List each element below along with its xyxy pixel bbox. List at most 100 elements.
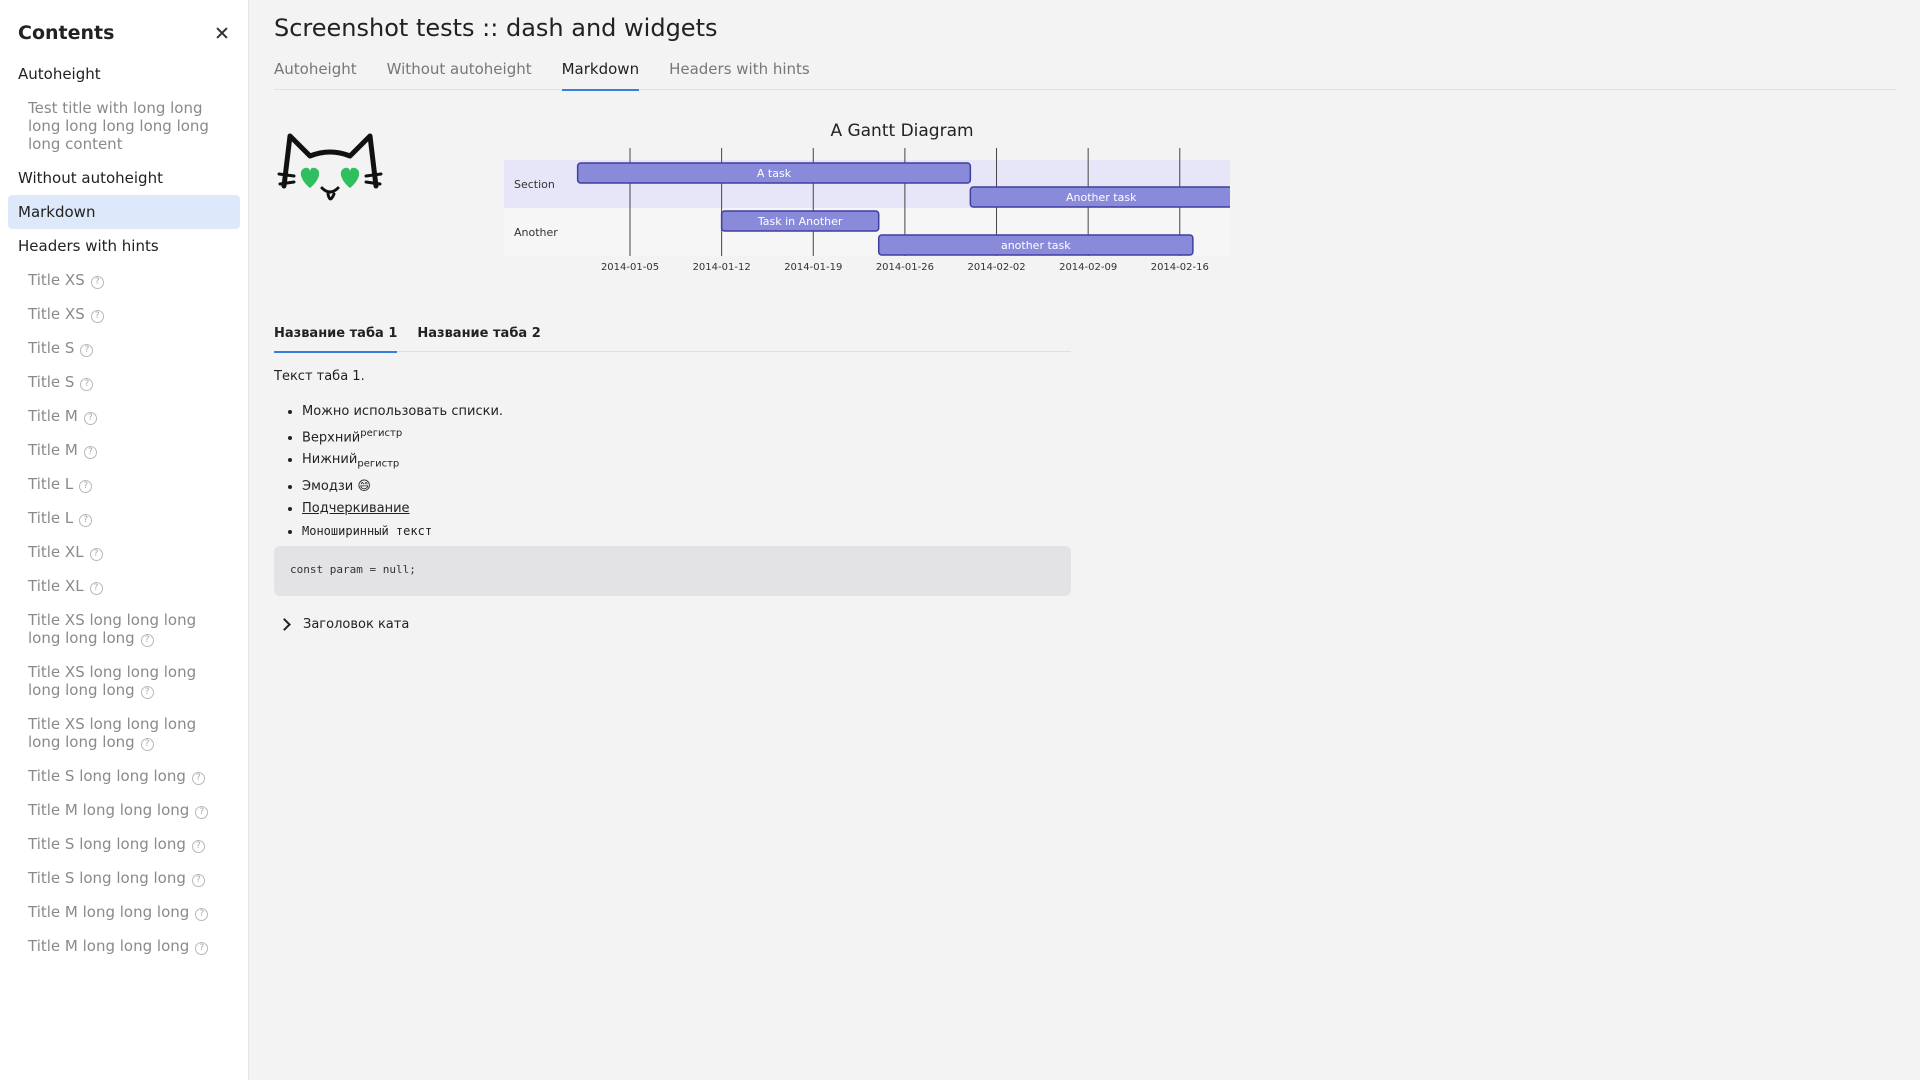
sidebar-item[interactable]: Title M long long long? [8, 929, 240, 963]
sidebar-item-label: Title XS [28, 305, 85, 323]
sidebar-item[interactable]: Title M? [8, 433, 240, 467]
page-title: Screenshot tests :: dash and widgets [274, 14, 718, 42]
sidebar-item-label: Headers with hints [18, 237, 159, 255]
markdown-list: Можно использовать списки. Верхнийрегист… [274, 401, 1071, 543]
sidebar-item[interactable]: Title S long long long? [8, 861, 240, 895]
help-icon[interactable]: ? [195, 806, 209, 819]
close-icon[interactable] [212, 22, 234, 44]
dash-tabs: Autoheight Without autoheight Markdown Head… [274, 56, 1896, 91]
list-item: Подчеркивание [302, 498, 1071, 520]
gantt-tick-label: 2014-02-16 [1151, 262, 1209, 273]
sidebar-item-label: Title XL [28, 577, 84, 595]
help-icon[interactable]: ? [140, 686, 154, 699]
help-icon[interactable]: ? [80, 344, 94, 357]
sidebar-item[interactable]: Title S long long long? [8, 759, 240, 793]
tab-headers-with-hints[interactable]: Headers with hints [669, 56, 810, 90]
list-item: Эмодзи 😄 [302, 476, 1071, 498]
sidebar-item[interactable]: Title XS long long long long long long? [8, 603, 240, 655]
list-item-text: Верхний [302, 430, 361, 446]
help-icon[interactable]: ? [191, 772, 205, 785]
sidebar-item-label: Title XL [28, 543, 84, 561]
help-icon[interactable]: ? [79, 514, 93, 527]
sidebar-item-label: Title S long long long [28, 767, 186, 785]
underlined-text: Подчеркивание [302, 500, 410, 516]
sidebar-item-label: Title L [28, 509, 74, 527]
help-icon[interactable]: ? [90, 276, 104, 289]
sidebar-item[interactable]: Title L? [8, 501, 240, 535]
help-icon[interactable]: ? [140, 634, 154, 647]
sidebar-item[interactable]: Title M long long long? [8, 895, 240, 929]
list-item-text: Можно использовать списки. [302, 404, 504, 419]
help-icon[interactable]: ? [191, 874, 205, 887]
list-item: Нижнийрегистр [302, 449, 1071, 476]
gantt-tick-label: 2014-02-02 [967, 262, 1025, 273]
markdown-body: Текст таба 1. Можно использовать списки.… [274, 368, 1071, 543]
list-item-text: Эмодзи 😄 [302, 478, 371, 494]
sidebar-item[interactable]: Without autoheight [8, 161, 240, 195]
list-item: Моноширинный текст [302, 520, 1071, 543]
list-item: Можно использовать списки. [302, 401, 1071, 423]
sidebar-item[interactable]: Markdown [8, 195, 240, 229]
sidebar-item[interactable]: Title M long long long? [8, 793, 240, 827]
gantt-task-label: Another task [1066, 191, 1137, 204]
list-item: Верхнийрегистр [302, 423, 1071, 449]
help-icon[interactable]: ? [79, 480, 93, 493]
markdown-tab[interactable]: Название таба 1 [274, 322, 398, 353]
gantt-title: A Gantt Diagram [830, 121, 973, 141]
monospace-text: Моноширинный текст [302, 523, 433, 538]
help-icon[interactable]: ? [89, 582, 103, 595]
sidebar-item-label: Title M long long long [28, 937, 190, 955]
help-icon[interactable]: ? [80, 378, 94, 391]
gantt-task-label: Task in Another [757, 215, 843, 228]
sidebar-item-label: Title M [28, 407, 78, 425]
sidebar-item-label: Test title with long long long long long… [28, 99, 209, 153]
markdown-tab[interactable]: Название таба 2 [417, 322, 540, 352]
list-item-text: Нижний [302, 452, 358, 468]
gantt-tick-label: 2014-01-05 [601, 262, 659, 273]
sidebar-item[interactable]: Title S long long long? [8, 827, 240, 861]
sidebar-item-label: Autoheight [18, 65, 101, 83]
tab-text: Текст таба 1. [274, 369, 365, 384]
sidebar-item-label: Title S long long long [28, 835, 186, 853]
tab-markdown[interactable]: Markdown [561, 56, 640, 91]
sidebar-item[interactable]: Title XL? [8, 535, 240, 569]
help-icon[interactable]: ? [83, 412, 97, 425]
tab-autoheight[interactable]: Autoheight [274, 56, 357, 90]
sidebar-item-label: Without autoheight [18, 169, 163, 187]
sidebar-item[interactable]: Title XS long long long long long long? [8, 707, 240, 759]
sidebar-item[interactable]: Title XS long long long long long long? [8, 655, 240, 707]
cut-toggle[interactable]: Заголовок ката [278, 617, 409, 632]
sidebar-item-label: Title L [28, 475, 74, 493]
gantt-chart: A task Another task Task in Another another… [504, 121, 1230, 273]
sidebar-item-label: Title XS long long long long long long [28, 663, 197, 699]
sidebar-item[interactable]: Title XL? [8, 569, 240, 603]
sidebar-item[interactable]: Autoheight [8, 57, 240, 91]
sidebar-item-label: Title S [28, 373, 75, 391]
sidebar-item[interactable]: Test title with long long long long long… [8, 91, 240, 161]
sidebar-item[interactable]: Title S? [8, 365, 240, 399]
help-icon[interactable]: ? [191, 840, 205, 853]
tab-without-autoheight[interactable]: Without autoheight [387, 56, 532, 90]
cat-logo-icon [277, 133, 383, 201]
sidebar-header: Contents [18, 18, 234, 48]
superscript-text: регистр [360, 428, 403, 439]
sidebar-item[interactable]: Title XS? [8, 263, 240, 297]
sidebar-item-label: Title M long long long [28, 903, 190, 921]
help-icon[interactable]: ? [89, 548, 103, 561]
help-icon[interactable]: ? [90, 310, 104, 323]
sidebar-item[interactable]: Title M? [8, 399, 240, 433]
help-icon[interactable]: ? [83, 446, 97, 459]
help-icon[interactable]: ? [195, 942, 209, 955]
sidebar-item-label: Title S long long long [28, 869, 186, 887]
subscript-text: регистр [357, 458, 400, 470]
code-block: const param = null; [274, 546, 1071, 596]
sidebar-item[interactable]: Headers with hints [8, 229, 240, 263]
sidebar-item[interactable]: Title L? [8, 467, 240, 501]
sidebar-item[interactable]: Title XS? [8, 297, 240, 331]
help-icon[interactable]: ? [140, 738, 154, 751]
gantt-tick-label: 2014-01-19 [784, 262, 842, 273]
gantt-tick-label: 2014-01-12 [693, 262, 751, 273]
sidebar-item[interactable]: Title S? [8, 331, 240, 365]
sidebar-item-label: Title M [28, 441, 78, 459]
help-icon[interactable]: ? [195, 908, 209, 921]
